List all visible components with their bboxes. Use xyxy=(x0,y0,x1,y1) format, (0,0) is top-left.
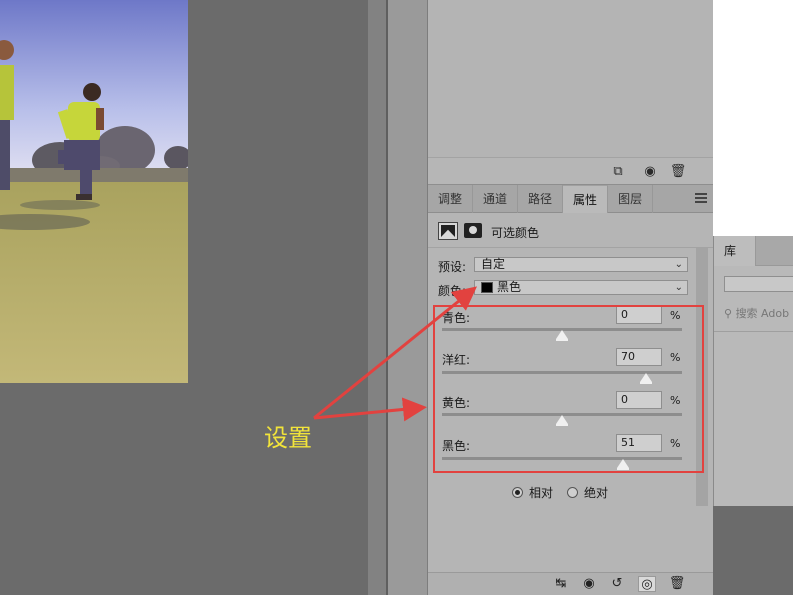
delete-adjustment-icon[interactable]: 🗑 xyxy=(668,576,686,592)
radio-absolute-label: 绝对 xyxy=(584,486,609,500)
collapsed-panel-strip xyxy=(388,0,428,595)
properties-header: 可选颜色 xyxy=(428,214,713,248)
panel-tabs: 调整 通道 路径 属性 图层 xyxy=(428,185,713,213)
clip-to-layer-icon[interactable]: ↹ xyxy=(552,576,570,592)
radio-relative-label: 相对 xyxy=(529,486,554,500)
photo-image xyxy=(0,0,188,383)
preset-select[interactable]: 自定 ⌄ xyxy=(474,257,688,272)
annotation-label: 设置 xyxy=(264,424,312,452)
tab-properties[interactable]: 属性 xyxy=(563,185,609,213)
camera-icon[interactable]: ◉ xyxy=(640,161,660,181)
upper-panel-toolbar: ⧉ ◉ 🗑 xyxy=(428,158,713,185)
tab-libraries[interactable]: 库 xyxy=(714,236,756,266)
color-swatch-icon xyxy=(481,282,493,293)
colors-select[interactable]: 黑色 ⌄ xyxy=(474,280,688,295)
view-previous-state-icon[interactable]: ◉ xyxy=(580,576,598,592)
tab-layers[interactable]: 图层 xyxy=(608,185,654,213)
library-select[interactable] xyxy=(724,276,793,292)
libraries-panel: 库 ⚲ 搜索 Adob xyxy=(713,236,793,506)
colors-value: 黑色 xyxy=(497,280,522,294)
method-radio-group: 相对 绝对 xyxy=(512,484,608,501)
visibility-eye-icon[interactable]: ◎ xyxy=(638,576,656,592)
screen: ⧉ ◉ 🗑 调整 通道 路径 属性 图层 可选颜色 预设: 自定 ⌄ 颜色: 黑… xyxy=(0,0,793,595)
preset-label: 预设: xyxy=(438,260,467,274)
highlight-box xyxy=(433,305,704,473)
tab-adjustments[interactable]: 调整 xyxy=(428,185,474,213)
radio-relative[interactable]: 相对 xyxy=(512,484,553,501)
canvas-scroll-gutter[interactable] xyxy=(368,0,386,595)
radio-absolute[interactable]: 绝对 xyxy=(567,484,608,501)
tab-paths[interactable]: 路径 xyxy=(518,185,564,213)
new-snapshot-icon[interactable]: ⧉ xyxy=(608,161,628,181)
adjustment-title: 可选颜色 xyxy=(491,226,540,240)
layer-mask-icon[interactable] xyxy=(464,223,482,238)
panel-menu-icon[interactable] xyxy=(695,193,707,203)
trash-icon[interactable]: 🗑 xyxy=(668,161,688,181)
libraries-divider xyxy=(714,331,793,332)
libraries-tab-bar xyxy=(756,236,793,266)
properties-panel: ⧉ ◉ 🗑 调整 通道 路径 属性 图层 可选颜色 预设: 自定 ⌄ 颜色: 黑… xyxy=(428,0,713,595)
canvas-photo xyxy=(0,0,188,383)
radio-relative-dot[interactable] xyxy=(512,487,523,498)
colors-label: 颜色: xyxy=(438,284,467,298)
adjustment-layer-icon[interactable] xyxy=(438,222,458,240)
radio-absolute-dot[interactable] xyxy=(567,487,579,498)
reset-icon[interactable]: ↺ xyxy=(608,576,626,592)
chevron-down-icon: ⌄ xyxy=(674,282,683,293)
right-blank-area xyxy=(713,0,793,236)
upper-panel-area xyxy=(428,0,713,158)
preset-value: 自定 xyxy=(481,257,506,271)
tab-channels[interactable]: 通道 xyxy=(473,185,519,213)
chevron-down-icon: ⌄ xyxy=(674,259,683,270)
properties-bottom-toolbar: ↹ ◉ ↺ ◎ 🗑 xyxy=(428,572,713,595)
library-search-input[interactable]: ⚲ 搜索 Adob xyxy=(724,304,793,324)
library-search-placeholder: 搜索 Adob xyxy=(735,307,790,320)
